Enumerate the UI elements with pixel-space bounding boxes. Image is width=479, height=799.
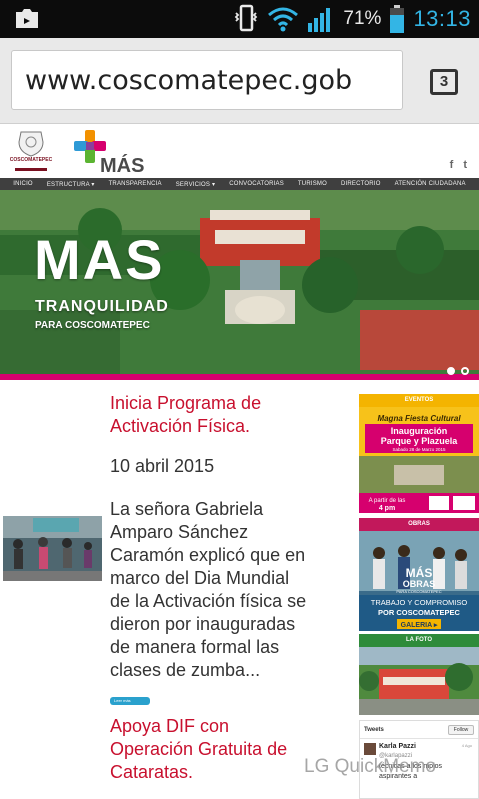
clock: 13:13 [413,6,471,31]
nav-item-transparencia[interactable]: TRANSPARENCIA [102,181,169,187]
social-links: f t [450,159,467,171]
foto-image [359,647,479,715]
follow-button[interactable]: Follow [448,725,474,735]
post-title-2-line-1[interactable]: Apoya DIF con [110,715,350,738]
twitter-icon[interactable]: t [463,159,467,171]
excerpt-line: de la Activación física se [110,591,307,611]
obras-line-2: POR COSCOMATEPEC [378,608,461,617]
foto-widget[interactable]: LA FOTO [359,634,479,715]
excerpt-line: clases de zumba... [110,660,261,680]
nav-item-servicios[interactable]: SERVICIOS ▾ [169,181,222,188]
excerpt-line: marco del Dia Mundial [110,568,290,588]
tweet-age: 4 Ago [461,743,472,748]
mas-logo[interactable]: MÁS [70,128,154,174]
excerpt-line: de manera formal las [110,637,280,657]
browser-toolbar: www.coscomatepec.gob 3 [0,38,479,124]
slider-dot-2[interactable] [461,367,469,375]
obras-header: OBRAS [359,518,479,531]
eventos-header: EVENTOS [359,394,479,407]
tab-switcher-button[interactable]: 3 [430,69,458,95]
excerpt-line: dieron por inauguradas [110,614,296,634]
nav-item-inicio[interactable]: INICIO [6,181,40,187]
quickmemo-watermark: LG QuickMemo [304,756,436,777]
nav-item-turismo[interactable]: TURISMO [291,181,334,187]
eventos-line-1: Magna Fiesta Cultural [377,414,461,423]
nav-item-atencion[interactable]: ATENCIÓN CIUDADANA [388,181,473,187]
status-bar: 71% 13:13 [0,0,479,38]
hero-subtitle-2: PARA COSCOMATEPEC [35,320,150,331]
main-nav: INICIO ESTRUCTURA ▾ TRANSPARENCIA SERVIC… [0,178,479,190]
obras-line-1: TRABAJO Y COMPROMISO [371,598,468,607]
facebook-icon[interactable]: f [450,159,454,171]
obras-sub: OBRAS [403,579,436,589]
signal-icon [308,8,331,32]
tweet-user[interactable]: Karla Pazzi [379,743,416,750]
eventos-widget[interactable]: EVENTOS Magna Fiesta Cultural Inauguraci… [359,394,479,513]
avatar[interactable] [364,743,376,755]
eventos-line-3: Parque y Plazuela [381,436,459,446]
excerpt-line: Amparo Sánchez [110,522,249,542]
post-title-1-line-2[interactable]: Activación Física. [110,415,350,438]
foto-header: LA FOTO [359,634,479,647]
post-title-1[interactable]: Inicia Programa de Activación Física. [110,392,350,438]
eventos-line-2: Inauguración [391,426,448,436]
hero-subtitle: TRANQUILIDAD [35,298,169,315]
eventos-line-5: A partir de las [369,498,406,504]
read-more-button[interactable]: Leer más [110,697,150,705]
municipal-crest-icon[interactable] [12,128,50,174]
battery-percent: 71% [343,8,382,29]
logo-text: MÁS [100,154,144,174]
obras-widget[interactable]: OBRAS MÁS OBRAS PARA COSCOMATEPEC TRABAJ… [359,518,479,631]
eventos-line-4: Sabado 28 de Marzo 2015 [392,447,446,452]
excerpt-line: Caramón explicó que en [110,545,306,565]
obras-gallery: GALERIA ▸ [401,622,438,629]
divider [360,738,478,739]
nav-item-estructura[interactable]: ESTRUCTURA ▾ [40,181,102,188]
crest-label: COSCOMATEPEC [9,157,53,163]
slider-dot-1[interactable] [447,367,455,375]
post-title-1-line-1[interactable]: Inicia Programa de [110,392,350,415]
obras-banner: MÁS OBRAS PARA COSCOMATEPEC TRABAJO Y CO… [359,531,479,631]
hero-title: MAS [34,228,165,291]
post-excerpt: La señora Gabriela Amparo Sánchez Caramó… [110,498,355,682]
nav-item-convocatorias[interactable]: CONVOCATORIAS [222,181,291,187]
post-thumbnail[interactable] [3,516,102,581]
screenshot-icon [16,9,38,28]
nav-item-directorio[interactable]: DIRECTORIO [334,181,388,187]
site-header: COSCOMATEPEC MÁS f t [0,124,479,178]
eventos-banner: Magna Fiesta Cultural Inauguración Parqu… [359,407,479,513]
url-field[interactable]: www.coscomatepec.gob [11,50,403,110]
obras-logo: MÁS [406,565,433,580]
tweets-header: Tweets [364,727,384,733]
obras-sub-2: PARA COSCOMATEPEC [396,589,441,594]
excerpt-line: La señora Gabriela [110,499,264,519]
wifi-icon [268,7,299,32]
vibrate-icon [235,4,258,32]
post-date: 10 abril 2015 [110,456,215,476]
eventos-line-6: 4 pm [379,505,395,512]
battery-icon [390,5,405,33]
